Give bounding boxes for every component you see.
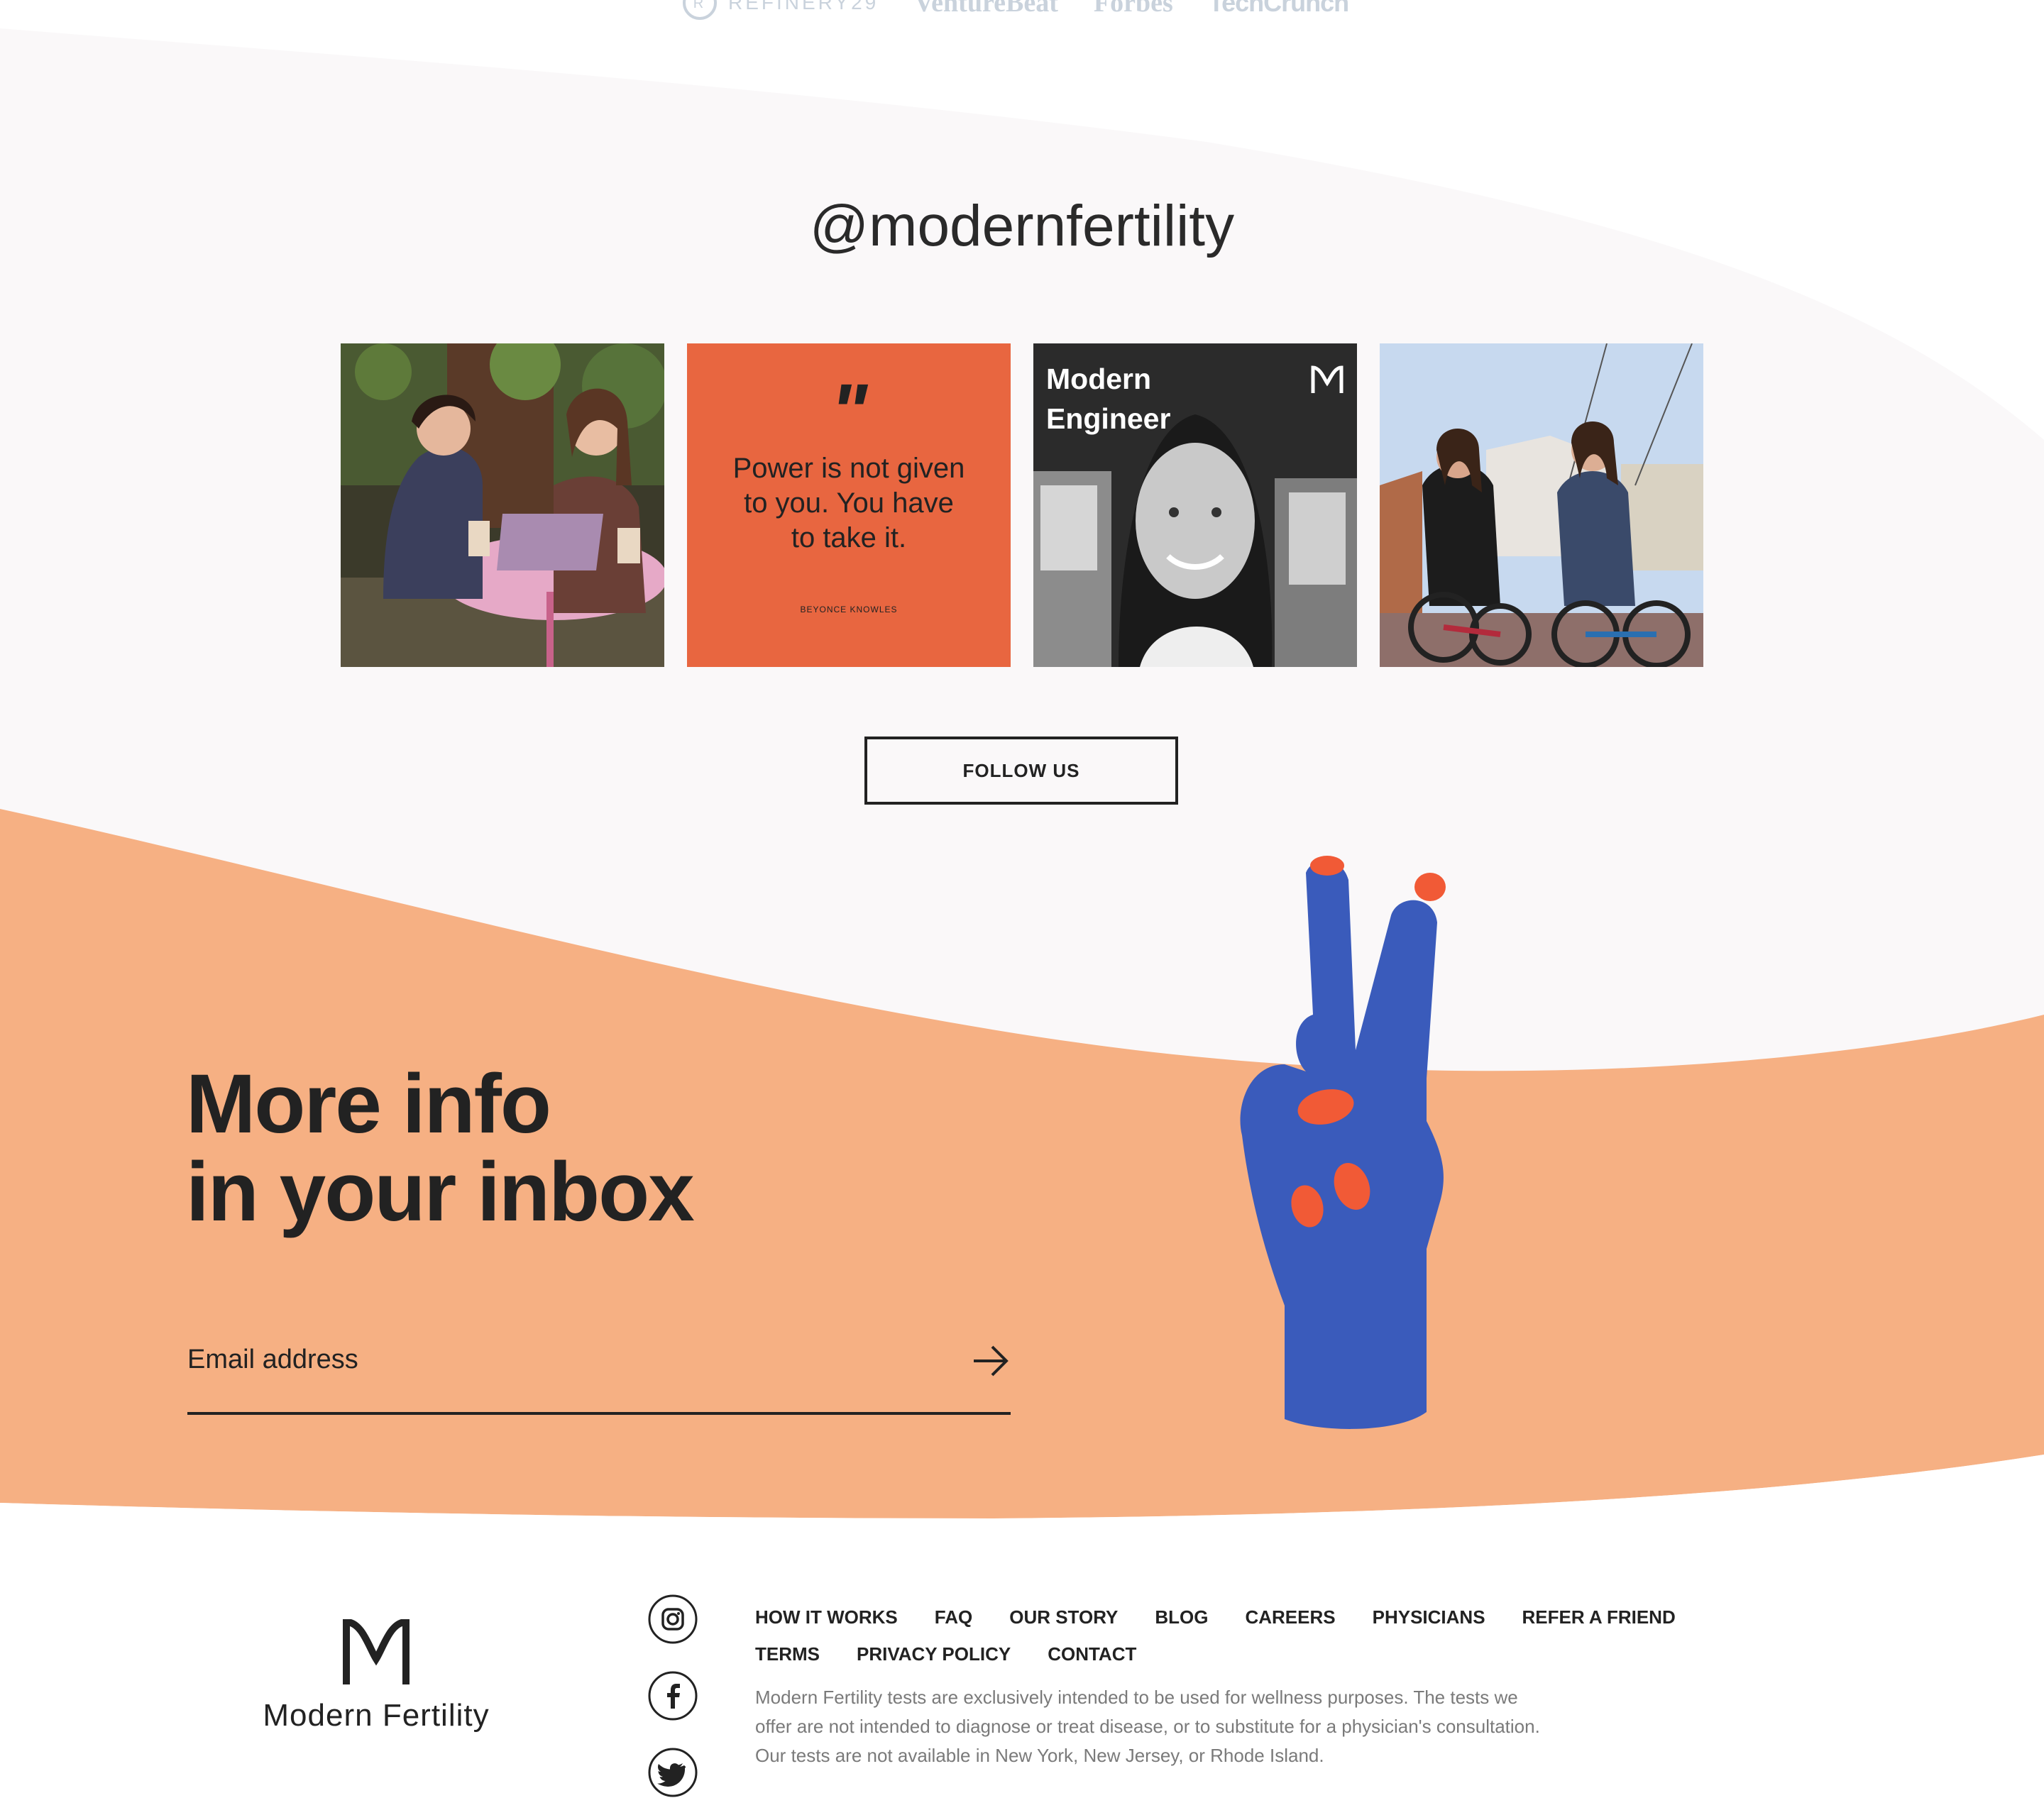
women-bicycles-photo (1380, 343, 1703, 667)
svg-text:R: R (693, 0, 706, 11)
brand-name: Modern Fertility (263, 1698, 490, 1733)
instagram-tile-2-quote[interactable]: " Power is not given to you. You have to… (687, 343, 1011, 667)
nav-privacy-policy[interactable]: PRIVACY POLICY (857, 1643, 1011, 1665)
modern-engineer-title-line2: Engineer (1046, 402, 1171, 435)
peace-hand-illustration (1240, 856, 1446, 1429)
nav-contact[interactable]: CONTACT (1048, 1643, 1136, 1665)
instagram-tile-1[interactable] (341, 343, 664, 667)
instagram-handle: @modernfertility (809, 194, 1235, 258)
nail-index (1310, 856, 1344, 876)
arrow-right-icon[interactable] (971, 1341, 1011, 1381)
modern-engineer-title: Modern Engineer (1046, 359, 1170, 439)
facebook-icon[interactable] (647, 1670, 698, 1721)
nav-terms[interactable]: TERMS (755, 1643, 820, 1665)
refinery29-icon: R (683, 0, 717, 20)
techcrunch-logo: TechCrunch (1208, 0, 1349, 17)
footer-nav-secondary: TERMS PRIVACY POLICY CONTACT (755, 1643, 1136, 1665)
nav-physicians[interactable]: PHYSICIANS (1373, 1606, 1485, 1628)
women-laptop-photo (341, 343, 664, 667)
nav-blog[interactable]: BLOG (1155, 1606, 1208, 1628)
refinery29-label: REFINERY29 (728, 0, 879, 13)
twitter-icon[interactable] (647, 1747, 698, 1798)
nav-how-it-works[interactable]: HOW IT WORKS (755, 1606, 898, 1628)
instagram-tile-3-modern-engineer[interactable]: Modern Engineer (1033, 343, 1357, 667)
hand-shape (1240, 860, 1444, 1429)
footer-brand-logo[interactable]: Modern Fertility (263, 1618, 490, 1733)
email-input[interactable] (187, 1327, 925, 1392)
modern-fertility-logo-icon (1311, 365, 1344, 393)
quote-mark-icon: " (830, 368, 868, 456)
modern-fertility-logo-icon (343, 1618, 410, 1684)
nail-middle (1414, 873, 1446, 901)
nav-careers[interactable]: CAREERS (1245, 1606, 1335, 1628)
refinery29-logo: R REFINERY29 (681, 0, 879, 21)
follow-us-button[interactable]: FOLLOW US (864, 737, 1178, 805)
nav-refer-a-friend[interactable]: REFER A FRIEND (1522, 1606, 1676, 1628)
quote-text: Power is not given to you. You have to t… (732, 453, 965, 553)
email-signup-form (187, 1327, 1011, 1415)
nav-our-story[interactable]: OUR STORY (1009, 1606, 1118, 1628)
newsletter-heading-line2: in your inbox (186, 1145, 695, 1239)
instagram-icon[interactable] (647, 1594, 698, 1645)
forbes-logo: Forbes (1093, 0, 1173, 18)
venturebeat-logo: VentureBeat (914, 0, 1058, 18)
quote-author: BEYONCE KNOWLES (800, 605, 898, 614)
newsletter-heading-line1: More info (186, 1057, 551, 1151)
footer-disclaimer: Modern Fertility tests are exclusively i… (755, 1687, 1540, 1766)
press-logos: R REFINERY29 VentureBeat Forbes TechCrun… (681, 0, 1349, 24)
nav-faq[interactable]: FAQ (935, 1606, 972, 1628)
footer-nav-primary: HOW IT WORKS FAQ OUR STORY BLOG CAREERS … (755, 1606, 1676, 1628)
background-shapes (0, 28, 2044, 1798)
modern-engineer-title-line1: Modern (1046, 363, 1152, 395)
newsletter-heading: More info in your inbox (186, 1057, 695, 1239)
instagram-tile-4[interactable] (1380, 343, 1703, 667)
